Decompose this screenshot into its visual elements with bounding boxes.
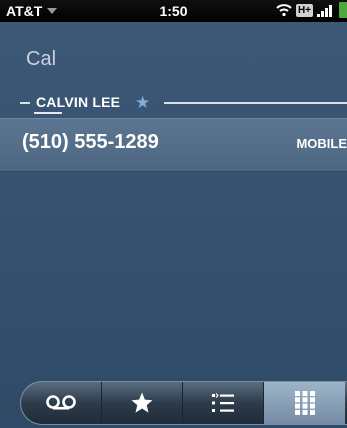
tab-call-log[interactable]	[183, 382, 264, 424]
tab-favorites[interactable]	[102, 382, 183, 424]
phone-type-label: MOBILE	[296, 136, 347, 151]
status-icons: H+	[276, 2, 347, 18]
name-underline	[34, 112, 62, 114]
divider-line	[20, 102, 30, 104]
tab-dialpad[interactable]	[264, 382, 345, 424]
star-icon	[131, 392, 153, 413]
phone-number: (510) 555-1289	[22, 131, 159, 153]
status-bar: AT&T 1:50 H+	[0, 0, 347, 22]
search-field[interactable]: Cal	[0, 22, 347, 92]
divider-line	[164, 102, 347, 104]
contact-divider: CALVIN LEE ★	[0, 92, 347, 114]
tab-voicemail[interactable]	[21, 382, 102, 424]
network-type-badge: H+	[295, 3, 313, 17]
dialpad-icon	[294, 391, 315, 415]
wifi-icon	[276, 4, 292, 17]
contact-name[interactable]: CALVIN LEE	[36, 94, 120, 110]
call-log-icon	[212, 393, 234, 412]
search-query[interactable]: Cal	[26, 48, 56, 71]
phone-app-screen: AT&T 1:50 H+ Cal CALVIN LEE ★ (510) 555-…	[0, 0, 347, 428]
battery-icon	[339, 2, 347, 18]
phone-number-row[interactable]: (510) 555-1289 MOBILE	[0, 118, 347, 172]
favorite-star-icon: ★	[135, 93, 151, 112]
tab-bar	[20, 381, 347, 425]
voicemail-icon	[46, 395, 76, 410]
signal-strength-icon	[317, 5, 332, 17]
